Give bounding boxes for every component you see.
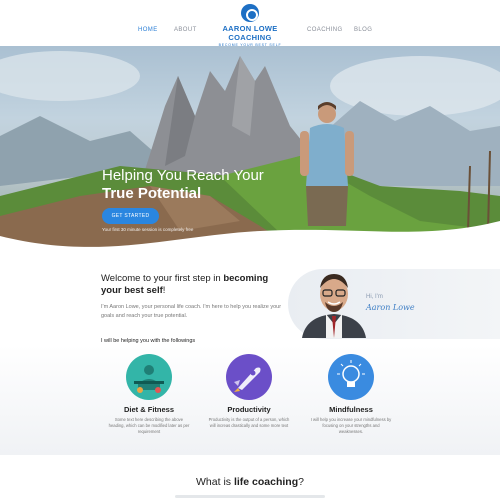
hero-landscape-image: [0, 51, 500, 252]
feature-productivity: Productivity Productivity is the output …: [204, 354, 294, 429]
intro-heading-end: !: [162, 285, 166, 296]
intro-heading-bold2: your best self: [101, 285, 163, 296]
hero-banner: Helping You Reach Your True Potential GE…: [0, 46, 500, 252]
logo[interactable]: AARON LOWE COACHING BECOME YOUR BEST SEL…: [204, 4, 296, 47]
faded-text-line: [175, 495, 325, 498]
bottom-heading-bold: life coaching: [233, 476, 299, 488]
hero-title-line2: True Potential: [102, 185, 202, 202]
nav-blog[interactable]: BLOG: [354, 27, 372, 33]
intro-heading-text: Welcome to your first step in: [101, 273, 224, 284]
hero-caption: Your first 30 minute session is complete…: [102, 227, 194, 232]
lightbulb-icon: [328, 354, 374, 400]
feature-title: Diet & Fitness: [123, 405, 174, 414]
intro-heading: Welcome to your first step in becoming y…: [101, 273, 291, 297]
feature-title: Productivity: [227, 405, 271, 414]
bottom-heading-text: What is: [196, 476, 234, 488]
nav-coaching[interactable]: COACHING: [307, 27, 343, 33]
rocket-icon: [226, 354, 272, 400]
coach-name-signature: Aaron Lowe: [366, 303, 415, 312]
fitness-icon: [126, 354, 172, 400]
nav-home[interactable]: HOME: [138, 27, 158, 33]
avatar: [296, 262, 372, 338]
feature-title: Mindfulness: [329, 405, 373, 414]
nav-about[interactable]: ABOUT: [174, 27, 197, 33]
hero-title-line1: Helping You Reach Your: [102, 167, 264, 184]
intro-subheading: I will be helping you with the following…: [101, 338, 196, 344]
feature-description: Some text here describing the above head…: [108, 417, 190, 434]
feature-description: Productivity is the output of a person, …: [208, 417, 290, 428]
greeting-text: Hi, I'm: [366, 294, 383, 300]
section-heading-life-coaching: What is life coaching?: [0, 476, 500, 488]
logo-icon: [241, 4, 259, 22]
feature-description: I will help you increase your mindfulnes…: [310, 417, 392, 434]
get-started-button[interactable]: GET STARTED: [102, 208, 159, 224]
feature-diet-fitness: Diet & Fitness Some text here describing…: [104, 354, 194, 435]
logo-title: AARON LOWE COACHING: [222, 24, 278, 42]
feature-mindfulness: Mindfulness I will help you increase you…: [306, 354, 396, 435]
intro-body: I'm Aaron Lowe, your personal life coach…: [101, 304, 282, 319]
bottom-heading-end: ?: [298, 476, 304, 488]
intro-heading-bold1: becoming: [223, 273, 269, 284]
top-nav: HOME ABOUT AARON LOWE COACHING BECOME YO…: [0, 0, 500, 47]
